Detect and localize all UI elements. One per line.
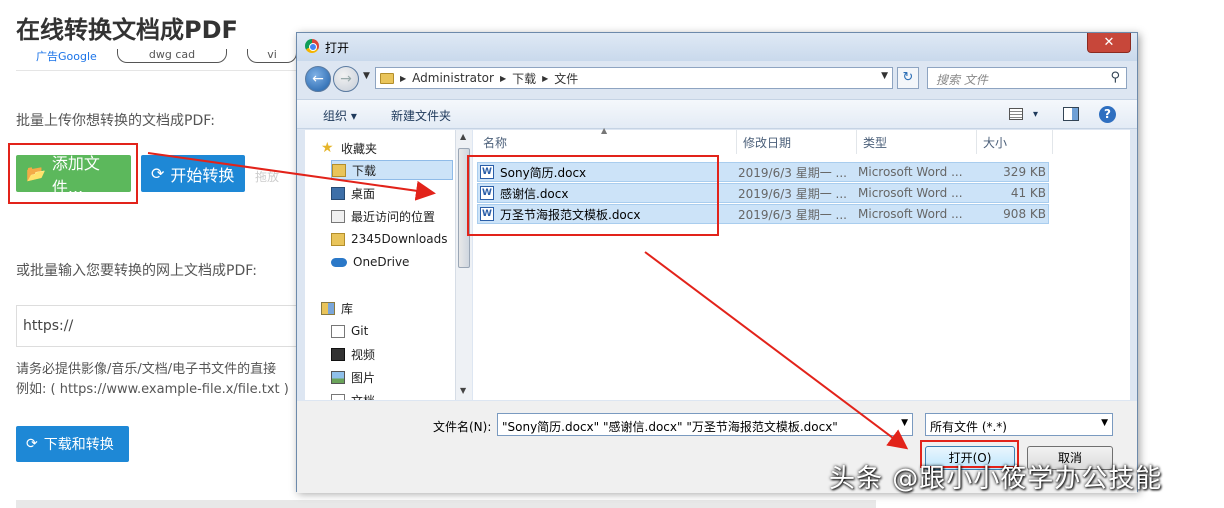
watermark: 头条 @跟小小筱学办公技能 bbox=[829, 464, 1163, 494]
screenshot-root: 在线转换文档成PDF 广告Google dwg cad vi 批量上传你想转换的… bbox=[0, 0, 1224, 508]
arrow-to-open bbox=[644, 251, 909, 450]
arrow-to-downloads bbox=[147, 152, 436, 201]
annotation-arrows bbox=[147, 152, 909, 450]
